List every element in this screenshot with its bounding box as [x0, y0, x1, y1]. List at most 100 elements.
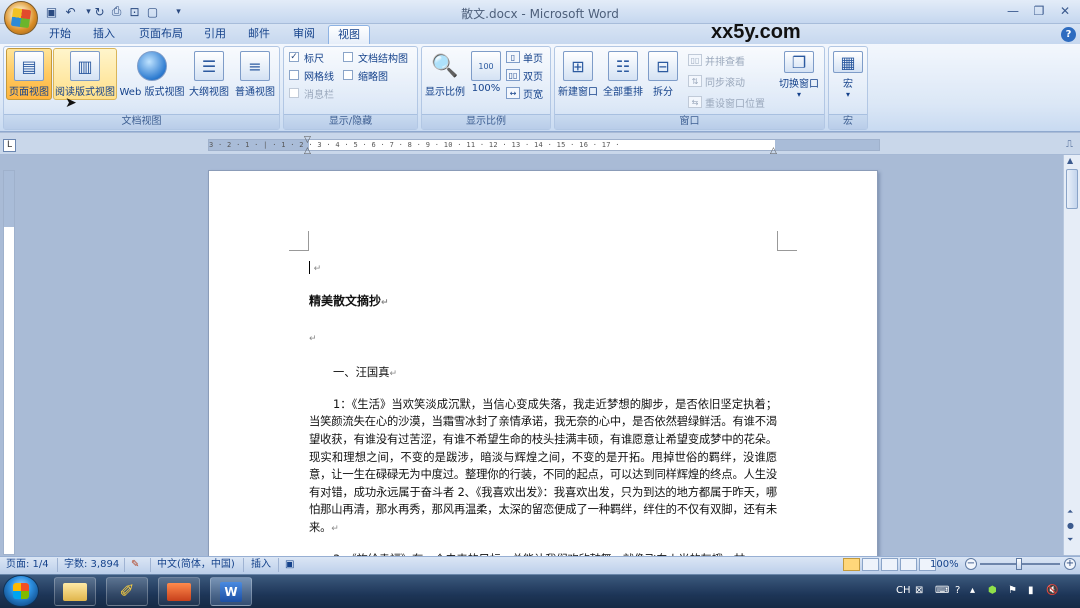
office-logo-icon	[10, 7, 32, 29]
button-label: 显示比例	[425, 87, 465, 98]
paragraph-mark: ↵	[331, 523, 339, 534]
outline-icon: ☰	[194, 51, 224, 81]
print-layout-view-icon[interactable]	[843, 558, 860, 571]
draft-button[interactable]: ≡ 普通视图	[233, 48, 277, 100]
checkbox-unchecked	[343, 52, 353, 62]
button-label: 普通视图	[235, 87, 275, 98]
ime-mode-icon[interactable]: ⊠	[915, 583, 923, 599]
two-pages-button[interactable]: ▯▯ 双页	[506, 66, 543, 84]
view-shortcuts	[843, 558, 936, 572]
tab-mailings[interactable]: 邮件	[239, 25, 279, 44]
help-tray-icon[interactable]: ?	[955, 583, 960, 599]
outline-view-icon[interactable]	[900, 558, 917, 571]
volume-icon[interactable]: 🔇	[1046, 583, 1058, 599]
taskbar-word[interactable]: W	[210, 577, 252, 606]
help-icon[interactable]: ?	[1061, 27, 1076, 42]
security-icon[interactable]: ⬢	[988, 583, 997, 599]
tab-insert[interactable]: 插入	[84, 25, 124, 44]
tray-expand-icon[interactable]: ▴	[970, 583, 975, 599]
vertical-scrollbar[interactable]: ▲ ⏶ ● ⏷	[1063, 155, 1080, 555]
start-button[interactable]	[3, 575, 39, 607]
brush-icon: ✐	[119, 581, 135, 602]
first-line-indent-marker[interactable]: ▽	[304, 135, 311, 145]
document-body[interactable]: ↵ 精美散文摘抄↵ ↵ 一、汪国真↵ 1：《生活》当欢笑淡成沉默，当信心变成失落…	[309, 259, 777, 568]
sync-scroll-icon: ⇅	[688, 75, 702, 87]
status-word-count[interactable]: 字数: 3,894	[64, 558, 119, 572]
zoom-100-button[interactable]: 100 100%	[469, 48, 503, 100]
new-window-icon: ⊞	[563, 51, 593, 81]
gridlines-checkbox[interactable]: 网格线	[289, 66, 334, 84]
macro-record-icon[interactable]: ▣	[285, 558, 294, 572]
action-center-icon[interactable]: ⚑	[1008, 583, 1017, 599]
status-language[interactable]: 中文(简体，中国)	[157, 558, 235, 572]
zoom-level[interactable]: 100%	[930, 558, 959, 572]
vertical-ruler[interactable]	[3, 170, 15, 555]
zoom-slider-thumb[interactable]	[1016, 558, 1022, 570]
button-label: 并排查看	[705, 56, 745, 68]
button-label: 页面视图	[9, 87, 49, 98]
office-button[interactable]	[4, 1, 38, 35]
zoom-out-icon[interactable]: −	[965, 558, 977, 570]
taskbar-explorer[interactable]	[54, 577, 96, 606]
scrollbar-thumb[interactable]	[1066, 169, 1078, 209]
next-page-icon[interactable]: ⏷	[1067, 535, 1073, 545]
outline-button[interactable]: ☰ 大纲视图	[187, 48, 231, 100]
two-pages-icon: ▯▯	[506, 69, 520, 81]
switch-windows-button[interactable]: ❐ 切换窗口 ▾	[777, 48, 821, 100]
status-page[interactable]: 页面: 1/4	[6, 558, 49, 572]
group-label: 宏	[829, 114, 867, 129]
right-indent-marker[interactable]: △	[770, 146, 777, 156]
browse-object-icon[interactable]: ●	[1067, 521, 1074, 530]
taskbar-paint[interactable]: ✐	[106, 577, 148, 606]
one-page-button[interactable]: ▯ 单页	[506, 48, 543, 66]
scroll-up-icon[interactable]: ▲	[1067, 156, 1073, 165]
thumbnails-checkbox[interactable]: 缩略图	[343, 66, 388, 84]
view-ruler-icon[interactable]: ⎍	[1066, 139, 1078, 151]
restore-button[interactable]: ❐	[1026, 2, 1052, 20]
checkbox-label: 标尺	[304, 53, 324, 65]
paragraph-mark: ↵	[389, 369, 398, 380]
checkbox-checked: ✓	[289, 52, 299, 62]
zoom-button[interactable]: 🔍 显示比例	[424, 48, 466, 100]
new-window-button[interactable]: ⊞ 新建窗口	[556, 48, 600, 100]
ruler-checkbox[interactable]: ✓ 标尺	[289, 48, 324, 66]
checkbox-label: 网格线	[304, 71, 334, 83]
previous-page-icon[interactable]: ⏶	[1067, 507, 1073, 517]
page-width-button[interactable]: ↔ 页宽	[506, 84, 543, 102]
magnifier-icon: 🔍	[431, 53, 459, 79]
web-view-icon[interactable]	[881, 558, 898, 571]
checkbox-unchecked	[289, 70, 299, 80]
tab-page-layout[interactable]: 页面布局	[130, 25, 192, 44]
tab-selector-icon[interactable]: L	[3, 139, 16, 152]
network-icon[interactable]: ▮	[1028, 583, 1034, 599]
minimize-button[interactable]: —	[1000, 2, 1026, 20]
ime-indicator[interactable]: CH	[896, 583, 911, 599]
zoom-in-icon[interactable]: +	[1064, 558, 1076, 570]
tab-references[interactable]: 引用	[195, 25, 235, 44]
keyboard-icon[interactable]: ⌨	[935, 583, 949, 599]
split-button[interactable]: ⊟ 拆分	[647, 48, 679, 100]
reset-window-position-button: ⇆ 重设窗口位置	[688, 93, 765, 111]
tab-review[interactable]: 审阅	[284, 25, 324, 44]
arrange-all-button[interactable]: ☷ 全部重排	[601, 48, 645, 100]
zoom-100-icon: 100	[471, 51, 501, 81]
full-screen-reading-button[interactable]: ▥ 阅读版式视图	[53, 48, 117, 100]
web-layout-button[interactable]: Web 版式视图	[118, 48, 186, 100]
document-map-checkbox[interactable]: 文档结构图	[343, 48, 408, 66]
message-bar-checkbox: 消息栏	[289, 84, 334, 102]
taskbar-app-red[interactable]	[158, 577, 200, 606]
print-layout-button[interactable]: ▤ 页面视图	[6, 48, 52, 100]
macros-button[interactable]: ▦ 宏 ▾	[832, 48, 864, 100]
hanging-indent-marker[interactable]: △	[304, 146, 311, 156]
tab-view[interactable]: 视图	[328, 25, 370, 44]
status-insert-mode[interactable]: 插入	[251, 558, 271, 572]
tab-home[interactable]: 开始	[40, 25, 80, 44]
print-layout-icon: ▤	[14, 51, 44, 81]
proofing-icon[interactable]: ✎	[131, 558, 139, 572]
chevron-down-icon: ▾	[796, 90, 801, 99]
button-label: 宏	[843, 79, 853, 90]
document-page[interactable]: ↵ 精美散文摘抄↵ ↵ 一、汪国真↵ 1：《生活》当欢笑淡成沉默，当信心变成失落…	[208, 170, 878, 590]
view-side-by-side-button: ▯▯ 并排查看	[688, 51, 745, 69]
close-button[interactable]: ✕	[1052, 2, 1078, 20]
reading-view-icon[interactable]	[862, 558, 879, 571]
